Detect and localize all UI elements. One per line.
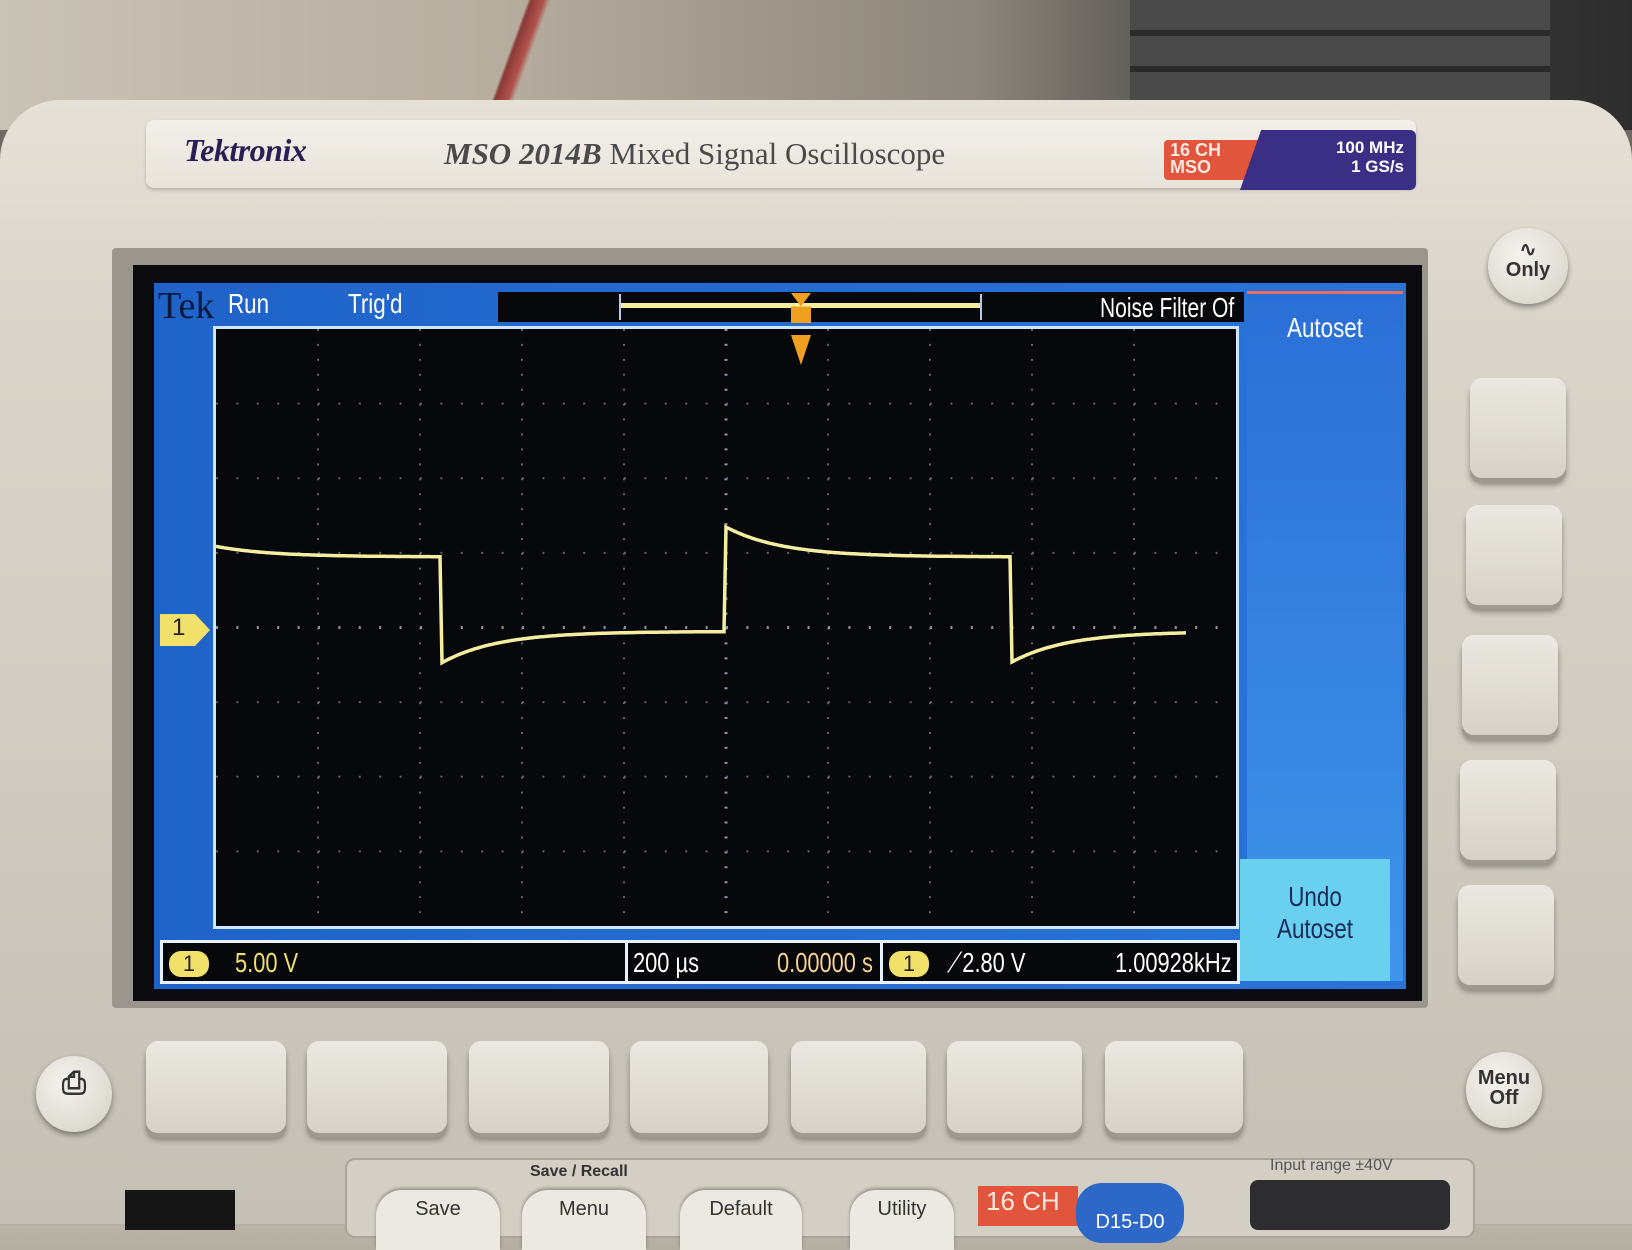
trigger-level[interactable]: ⟋2.80 V [947, 947, 1025, 980]
readout-bar: 1 5.00 V 200 µs 0.00000 s 1 ⟋2.80 V 1.00… [160, 940, 1240, 984]
tek-logo: Tek [158, 285, 215, 327]
utility-button[interactable]: Utility [850, 1190, 954, 1250]
graticule [213, 326, 1239, 929]
sample-rate-text: 1 GS/s [1351, 157, 1404, 176]
background-cable [480, 0, 600, 110]
save-button[interactable]: Save [376, 1190, 500, 1250]
undo-label: Undo [1288, 881, 1342, 912]
divider [880, 940, 883, 984]
menu-off-label: Menu [1477, 1067, 1531, 1089]
default-setup-button[interactable]: Default [680, 1190, 802, 1250]
undo-autoset-menu-item[interactable]: Undo Autoset [1240, 859, 1390, 981]
print-button[interactable]: ⎙ [36, 1056, 112, 1132]
time-per-div[interactable]: 200 µs [633, 947, 699, 979]
bottom-button-4[interactable] [630, 1041, 768, 1133]
ch1-badge: 1 [169, 951, 209, 977]
side-button-5[interactable] [1458, 885, 1554, 985]
bottom-button-1[interactable] [146, 1041, 286, 1133]
bottom-button-6[interactable] [947, 1041, 1082, 1133]
usb-port[interactable] [125, 1190, 235, 1230]
sine-wave-icon: ∿ [1519, 239, 1537, 261]
trigger-state: Trig'd [348, 288, 403, 319]
side-button-4[interactable] [1460, 760, 1556, 860]
model-number: MSO 2014B [444, 136, 602, 171]
bottom-button-5[interactable] [791, 1041, 926, 1133]
brand-logo: Tektronix [184, 132, 307, 168]
digital-channels-button[interactable]: D15-D0 [1076, 1183, 1184, 1243]
trigger-ch-badge: 1 [889, 951, 929, 977]
divider [625, 940, 628, 984]
side-button-3[interactable] [1462, 635, 1558, 735]
trigger-level-value: 2.80 V [962, 947, 1026, 978]
bottom-button-2[interactable] [307, 1041, 447, 1133]
model-description: Mixed Signal Oscilloscope [609, 136, 946, 171]
badge-line: MSO [1170, 157, 1212, 177]
undo-label: Autoset [1277, 913, 1353, 944]
side-button-2[interactable] [1466, 505, 1562, 605]
noise-filter-status: Noise Filter Of [1100, 292, 1235, 323]
bottom-button-7[interactable] [1105, 1041, 1243, 1133]
frequency-readout: 1.00928kHz [1115, 947, 1232, 978]
channel-1-trace [216, 524, 1186, 666]
volts-per-div[interactable]: 5.00 V [235, 947, 298, 979]
bandwidth-text: 100 MHz [1335, 138, 1404, 157]
save-recall-menu-button[interactable]: Menu [522, 1190, 646, 1250]
save-recall-label: Save / Recall [530, 1163, 628, 1180]
menu-off-button[interactable]: Menu Off [1466, 1052, 1542, 1128]
run-state: Run [228, 288, 270, 319]
wave-only-button[interactable]: ∿ Only [1488, 228, 1568, 304]
input-connector [1250, 1180, 1450, 1230]
trigger-position[interactable]: 0.00000 s [777, 947, 873, 979]
background-shelf [1130, 0, 1550, 110]
wave-only-label: Only [1505, 259, 1551, 281]
model-name: MSO 2014B Mixed Signal Oscilloscope [444, 136, 945, 172]
rising-edge-icon: ⟋ [947, 947, 963, 978]
side-button-1[interactable] [1470, 378, 1566, 478]
menu-off-label: Off [1489, 1087, 1519, 1109]
autoset-menu-item[interactable]: Autoset [1263, 312, 1388, 344]
bottom-button-3[interactable] [469, 1041, 609, 1133]
printer-icon: ⎙ [62, 1067, 86, 1100]
waveform-plot [216, 329, 1236, 926]
spec-badge: 100 MHz 1 GS/s [1240, 130, 1416, 190]
input-range-label: Input range ±40V [1270, 1157, 1393, 1174]
16ch-badge: 16 CH [978, 1186, 1078, 1226]
